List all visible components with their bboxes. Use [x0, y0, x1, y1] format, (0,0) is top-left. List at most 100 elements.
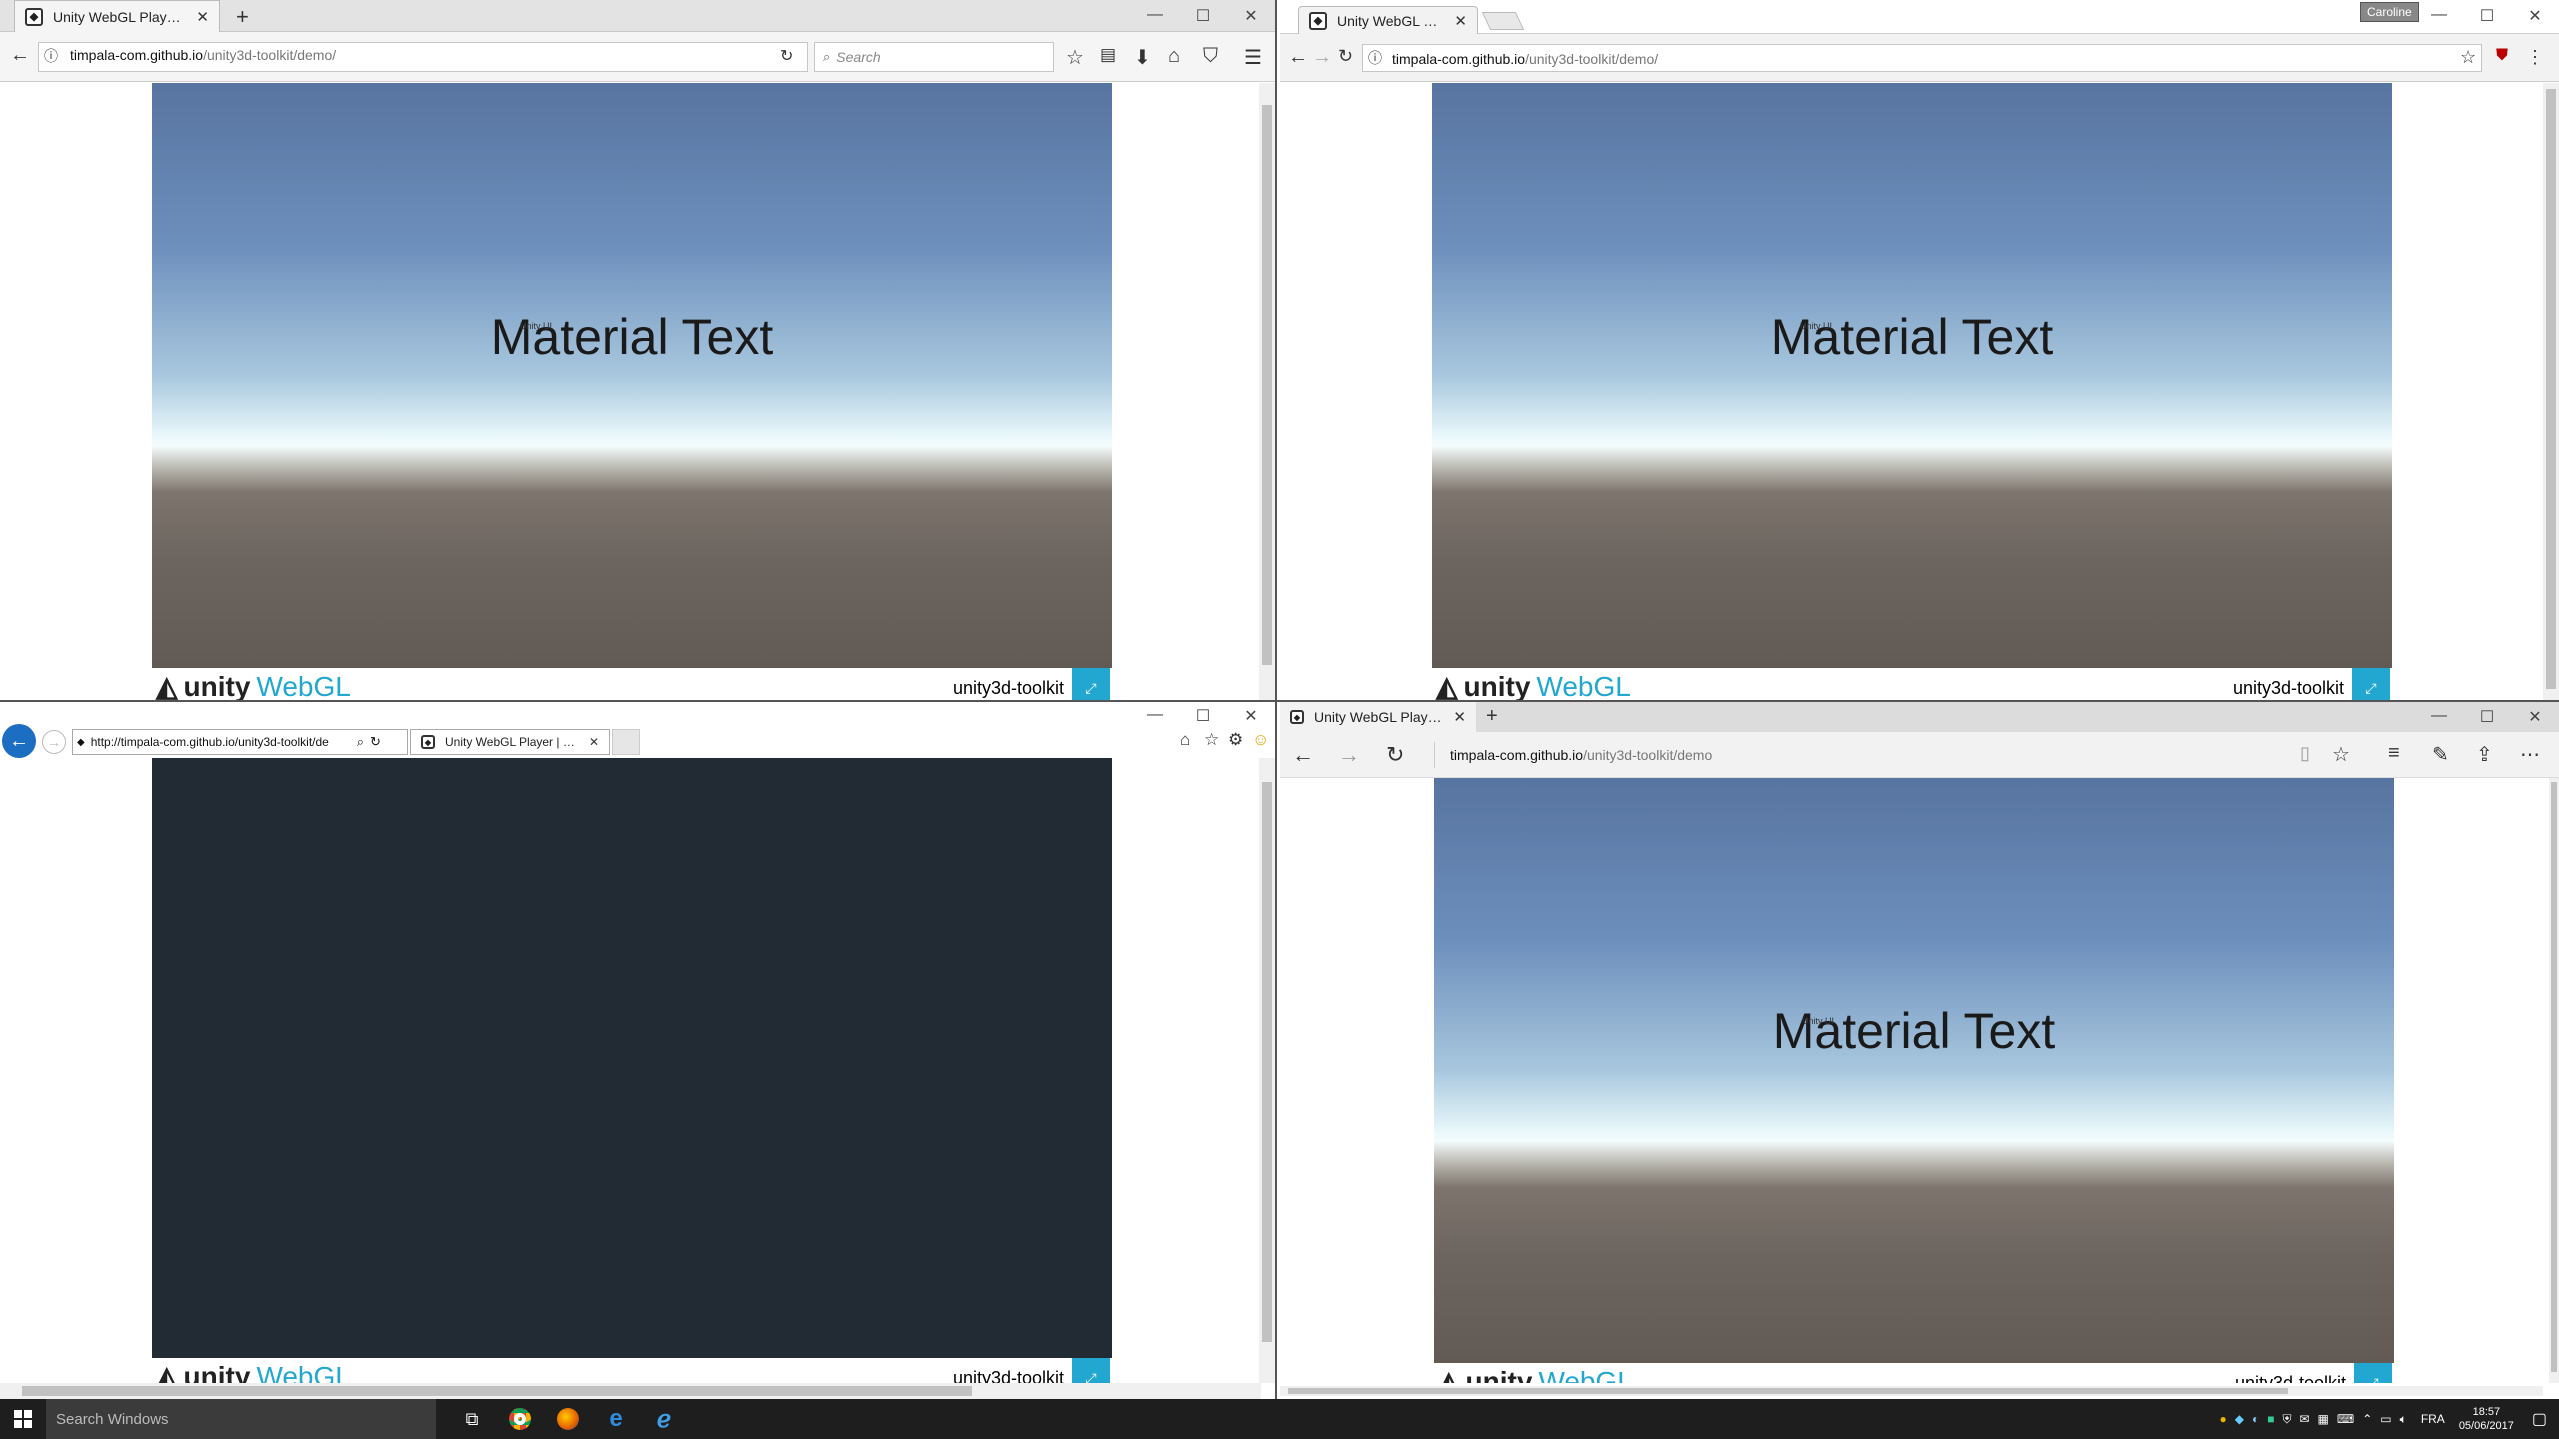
settings-gear-icon[interactable]: ⚙: [1228, 730, 1243, 750]
maximize-button[interactable]: ☐: [2463, 6, 2511, 26]
chrome-tabstrip: ◆ Unity WebGL Player | uni ✕ Caroline — …: [1280, 0, 2559, 34]
reload-icon[interactable]: ↻: [1338, 46, 1353, 67]
new-tab-button[interactable]: +: [1486, 705, 1498, 728]
more-icon[interactable]: ⋯: [2520, 742, 2540, 767]
firefox-search-box[interactable]: ⌕ Search: [814, 42, 1054, 72]
minimize-button[interactable]: —: [2415, 707, 2463, 727]
close-window-button[interactable]: ✕: [1227, 6, 1275, 26]
tab-close-icon[interactable]: ✕: [1454, 12, 1467, 30]
favorite-star-icon[interactable]: ☆: [2332, 742, 2350, 767]
tab-close-icon[interactable]: ✕: [196, 8, 209, 26]
reading-view-icon[interactable]: ▯: [2300, 743, 2310, 764]
fullscreen-button[interactable]: ⤢: [1072, 668, 1110, 700]
fullscreen-button[interactable]: ⤢: [1072, 1358, 1110, 1383]
chrome-menu-icon[interactable]: ⋮: [2526, 47, 2544, 68]
chrome-vertical-scrollbar[interactable]: [2543, 83, 2559, 700]
fullscreen-button[interactable]: ⤢: [2354, 1363, 2392, 1383]
ie-horizontal-scrollbar[interactable]: [0, 1383, 1261, 1399]
pocket-icon[interactable]: ⛉: [1203, 45, 1218, 68]
forward-arrow-icon[interactable]: →: [42, 730, 66, 754]
info-icon[interactable]: ⓘ: [44, 46, 58, 66]
tray-app-icon-6[interactable]: ✉: [2299, 1412, 2309, 1426]
network-icon[interactable]: ▭: [2380, 1412, 2391, 1426]
firefox-app-icon[interactable]: [544, 1399, 592, 1439]
ie-new-tab-button[interactable]: [612, 729, 640, 755]
show-hidden-icons-icon[interactable]: ⌃: [2362, 1412, 2372, 1426]
maximize-button[interactable]: ☐: [2463, 707, 2511, 727]
tray-app-icon-8[interactable]: ⌨: [2337, 1412, 2354, 1426]
web-note-icon[interactable]: ✎: [2432, 742, 2449, 767]
tab-close-icon[interactable]: ✕: [589, 735, 599, 749]
system-tray: ● ◆ ◐ ■ ⛨ ✉ ▦ ⌨ ⌃ ▭ 🔈︎ FRA 18:57 05/06/2…: [2219, 1399, 2559, 1439]
download-icon[interactable]: ⬇: [1134, 45, 1151, 70]
forward-arrow-icon[interactable]: →: [1338, 742, 1360, 768]
bookmark-star-icon[interactable]: ☆: [1066, 45, 1084, 70]
close-window-button[interactable]: ✕: [2511, 707, 2559, 727]
unity-canvas[interactable]: [152, 83, 1112, 668]
action-center-icon[interactable]: ▢: [2532, 1409, 2547, 1429]
footer-title: unity3d-toolkit: [2232, 678, 2344, 698]
firefox-tab-active[interactable]: ◆ Unity WebGL Player | unit... ✕: [14, 0, 220, 32]
unity-logo: ◭ unity WebGL: [1436, 670, 1631, 701]
back-arrow-icon[interactable]: ←: [1288, 46, 1308, 69]
home-icon[interactable]: ⌂: [1168, 45, 1180, 68]
back-arrow-icon[interactable]: ←: [1292, 742, 1314, 768]
back-arrow-icon[interactable]: ←: [2, 724, 36, 758]
favorites-star-icon[interactable]: ☆: [1204, 730, 1219, 750]
chrome-new-tab-button[interactable]: [1481, 12, 1525, 30]
close-window-button[interactable]: ✕: [2511, 6, 2559, 26]
share-icon[interactable]: ⇪: [2476, 742, 2493, 767]
feedback-smiley-icon[interactable]: ☺: [1252, 730, 1269, 750]
unity-canvas[interactable]: [1434, 778, 2394, 1363]
language-indicator[interactable]: FRA: [2421, 1412, 2445, 1426]
edge-vertical-scrollbar[interactable]: [2549, 778, 2559, 1383]
chrome-app-icon[interactable]: [496, 1399, 544, 1439]
forward-arrow-icon[interactable]: →: [1312, 46, 1332, 69]
maximize-button[interactable]: ☐: [1179, 6, 1227, 26]
minimize-button[interactable]: —: [1131, 706, 1179, 726]
ie-tab-active[interactable]: ◆ Unity WebGL Player | unity3... ✕: [410, 729, 610, 755]
library-icon[interactable]: ▤: [1100, 45, 1116, 65]
edge-url[interactable]: timpala-com.github.io/unity3d-toolkit/de…: [1450, 747, 1712, 763]
close-window-button[interactable]: ✕: [1227, 706, 1275, 726]
home-icon[interactable]: ⌂: [1180, 730, 1190, 750]
user-badge[interactable]: Caroline: [2360, 2, 2419, 22]
taskbar-clock[interactable]: 18:57 05/06/2017: [2459, 1405, 2514, 1433]
tray-app-icon-3[interactable]: ◐: [2252, 1412, 2259, 1426]
search-icon[interactable]: ⌕: [357, 734, 364, 750]
ie-address-bar[interactable]: ◆ http://timpala-com.github.io/unity3d-t…: [72, 729, 408, 755]
tray-app-icon-4[interactable]: ■: [2267, 1412, 2274, 1426]
fullscreen-button[interactable]: ⤢: [2352, 668, 2390, 700]
back-arrow-icon[interactable]: ←: [10, 44, 30, 67]
task-view-icon[interactable]: ⧉: [448, 1399, 496, 1439]
menu-hamburger-icon[interactable]: ☰: [1244, 45, 1262, 70]
ie-app-icon[interactable]: ℯ: [640, 1399, 688, 1439]
edge-tab-active[interactable]: ◆ Unity WebGL Player | ur ✕: [1280, 702, 1476, 732]
maximize-button[interactable]: ☐: [1179, 706, 1227, 726]
tray-app-icon-1[interactable]: ●: [2219, 1412, 2226, 1426]
tray-app-icon-2[interactable]: ◆: [2235, 1412, 2244, 1426]
bookmark-star-icon[interactable]: ☆: [2460, 47, 2476, 68]
volume-icon[interactable]: 🔈︎: [2400, 1412, 2407, 1427]
unity-canvas-loading[interactable]: [152, 758, 1112, 1358]
ie-vertical-scrollbar[interactable]: [1259, 758, 1275, 1383]
reload-icon[interactable]: ↻: [1386, 742, 1404, 768]
edge-app-icon[interactable]: e: [592, 1399, 640, 1439]
reload-icon[interactable]: ↻: [370, 734, 381, 750]
tab-close-icon[interactable]: ✕: [1453, 708, 1466, 726]
edge-horizontal-scrollbar[interactable]: [1280, 1386, 2543, 1396]
hub-icon[interactable]: ≡: [2388, 742, 2400, 765]
minimize-button[interactable]: —: [1131, 6, 1179, 26]
info-icon[interactable]: ⓘ: [1368, 48, 1382, 68]
new-tab-button[interactable]: +: [236, 4, 249, 30]
tray-app-icon-7[interactable]: ▦: [2318, 1412, 2329, 1426]
start-button[interactable]: [0, 1399, 46, 1439]
ublock-extension-icon[interactable]: ⛊: [2496, 47, 2508, 65]
unity-canvas[interactable]: [1432, 83, 2392, 668]
chrome-tab-active[interactable]: ◆ Unity WebGL Player | uni ✕: [1298, 6, 1478, 34]
minimize-button[interactable]: —: [2415, 6, 2463, 26]
firefox-vertical-scrollbar[interactable]: [1259, 83, 1275, 700]
tray-app-icon-5[interactable]: ⛨: [2282, 1412, 2291, 1427]
taskbar-search[interactable]: Search Windows: [46, 1399, 436, 1439]
reload-icon[interactable]: ↻: [780, 46, 793, 66]
